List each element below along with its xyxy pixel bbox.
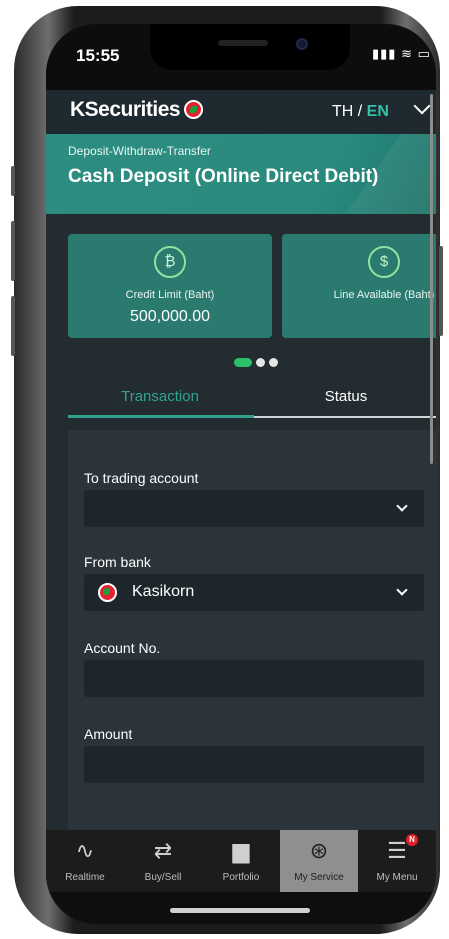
chart-line-icon: ∿ xyxy=(75,838,95,863)
from-bank-value: Kasikorn xyxy=(132,583,195,600)
credit-limit-card[interactable]: ₿ Credit Limit (Baht) 500,000.00 xyxy=(68,234,272,338)
nav-label: My Service xyxy=(294,872,344,883)
card-value: 500,000.00 xyxy=(129,308,211,325)
tab-bar: Transaction Status xyxy=(68,378,436,420)
amount-field[interactable] xyxy=(84,746,424,783)
battery-icon: ▭ xyxy=(417,46,431,61)
notch xyxy=(150,24,350,70)
nav-label: Buy/Sell xyxy=(144,872,182,883)
app-header: KSecurities TH / EN xyxy=(46,90,436,134)
account-no-field[interactable] xyxy=(84,660,424,697)
lang-th[interactable]: TH xyxy=(332,103,353,120)
lang-separator: / xyxy=(353,103,367,120)
phone-frame: 15:55 ▮▮▮ ≋ ▭ KSecurities TH / EN Deposi… xyxy=(11,6,443,934)
carousel-dot[interactable] xyxy=(269,358,278,368)
wifi-icon: ≋ xyxy=(401,46,413,61)
nav-label: Portfolio xyxy=(222,872,260,883)
nav-label: Realtime xyxy=(65,872,105,883)
volume-up-button xyxy=(11,221,15,281)
breadcrumb: Deposit-Withdraw-Transfer xyxy=(68,144,211,158)
page-title: Cash Deposit (Online Direct Debit) xyxy=(68,166,379,187)
mute-switch xyxy=(11,166,15,196)
status-icons: ▮▮▮ ≋ ▭ xyxy=(372,46,431,62)
amount-label: Amount xyxy=(84,726,133,742)
page-banner: Deposit-Withdraw-Transfer Cash Deposit (… xyxy=(46,134,436,214)
kasikorn-bank-icon xyxy=(98,583,117,602)
carousel-dot[interactable] xyxy=(234,358,252,368)
tab-active-indicator xyxy=(68,415,254,418)
folder-icon: ▆ xyxy=(232,838,250,863)
language-switcher[interactable]: TH / EN xyxy=(332,103,389,121)
home-indicator[interactable] xyxy=(170,908,310,913)
home-indicator-area xyxy=(46,892,436,924)
kasikorn-logo-icon xyxy=(184,100,204,119)
status-bar: 15:55 ▮▮▮ ≋ ▭ xyxy=(46,24,436,90)
camera xyxy=(296,38,308,50)
summary-carousel[interactable]: ₿ Credit Limit (Baht) 500,000.00 $ Line … xyxy=(46,234,436,340)
nav-my-menu[interactable]: ☰ N My Menu xyxy=(358,830,436,892)
arrows-exchange-icon: ⇄ xyxy=(153,838,173,863)
trading-account-select[interactable] xyxy=(84,490,424,527)
trading-account-label: To trading account xyxy=(84,470,199,486)
user-menu-icon: ☰ xyxy=(387,838,407,863)
brand-name: KSecurities xyxy=(70,98,181,121)
card-label: Line Available (Baht) xyxy=(333,289,435,301)
brand-logo[interactable]: KSecurities xyxy=(70,98,204,122)
nav-label: My Menu xyxy=(376,872,418,883)
status-time: 15:55 xyxy=(76,46,120,65)
bottom-nav: ∿ Realtime ⇄ Buy/Sell ▆ Portfolio ⊛ My S… xyxy=(46,830,436,892)
deposit-form: To trading account From bank Kasikorn Ac… xyxy=(68,430,436,860)
carousel-indicator xyxy=(234,354,282,368)
chevron-down-icon[interactable] xyxy=(413,97,431,115)
tab-transaction[interactable]: Transaction xyxy=(68,378,252,418)
app-screen: 15:55 ▮▮▮ ≋ ▭ KSecurities TH / EN Deposi… xyxy=(46,24,436,924)
speaker xyxy=(218,40,268,46)
nav-portfolio[interactable]: ▆ Portfolio xyxy=(202,830,280,892)
line-available-card[interactable]: $ Line Available (Baht) xyxy=(282,234,436,338)
nav-realtime[interactable]: ∿ Realtime xyxy=(46,830,124,892)
carousel-dot[interactable] xyxy=(256,358,265,368)
money-icon: ₿ xyxy=(154,246,186,278)
volume-down-button xyxy=(11,296,15,356)
power-button xyxy=(439,246,443,336)
hand-coin-icon: $ xyxy=(368,246,400,278)
nav-my-service[interactable]: ⊛ My Service xyxy=(280,830,358,892)
tab-status[interactable]: Status xyxy=(254,378,436,418)
chevron-down-icon xyxy=(396,500,408,512)
from-bank-label: From bank xyxy=(84,554,151,570)
scrollbar[interactable] xyxy=(430,94,433,464)
service-icon: ⊛ xyxy=(309,838,329,863)
notification-badge: N xyxy=(406,834,418,846)
account-no-label: Account No. xyxy=(84,640,161,656)
from-bank-select[interactable]: Kasikorn xyxy=(84,574,424,611)
chevron-down-icon xyxy=(396,584,408,596)
nav-buy-sell[interactable]: ⇄ Buy/Sell xyxy=(124,830,202,892)
signal-icon: ▮▮▮ xyxy=(372,46,397,61)
card-label: Credit Limit (Baht) xyxy=(125,289,215,301)
lang-en[interactable]: EN xyxy=(367,103,389,120)
